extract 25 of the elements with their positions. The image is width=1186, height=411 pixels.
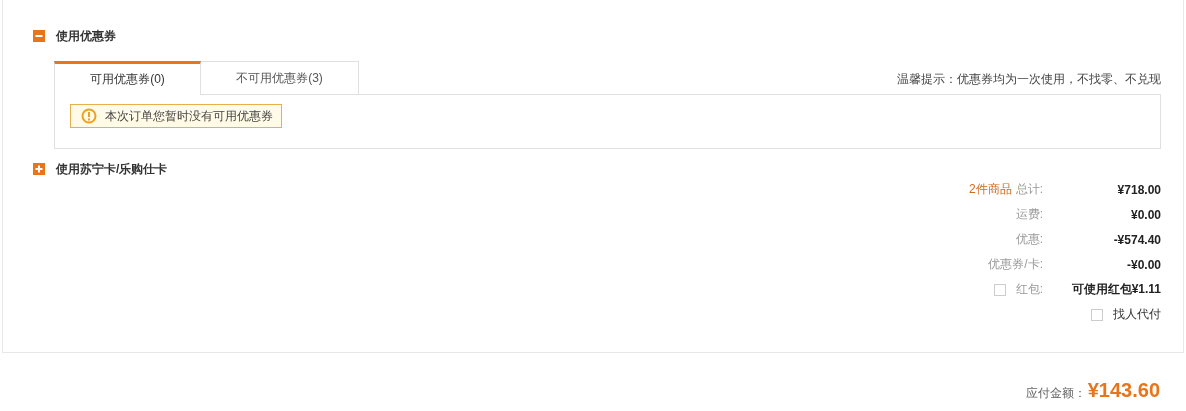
summary-value: -¥0.00 [1125, 257, 1161, 272]
checkbox[interactable] [993, 283, 1006, 296]
item-count: 2件商品 [968, 181, 1012, 198]
total-label: 应付金额： [1025, 385, 1086, 402]
warning-icon [81, 108, 97, 124]
summary-label: 总计: [1015, 181, 1043, 198]
total-amount: ¥143.60 [1087, 379, 1160, 402]
summary-value: ¥718.00 [1116, 182, 1161, 197]
summary-value: ¥0.00 [1129, 207, 1161, 222]
section-title: 使用优惠券 [56, 27, 116, 45]
expand-icon[interactable] [33, 163, 45, 175]
checkbox-label: 找人代付 [1113, 306, 1161, 323]
summary-label: 运费: [1015, 206, 1043, 223]
collapse-icon[interactable] [33, 30, 45, 42]
summary-label: 优惠券/卡: [988, 256, 1043, 273]
notice-text: 本次订单您暂时没有可用优惠券 [105, 107, 273, 125]
section-title: 使用苏宁卡/乐购仕卡 [56, 160, 168, 178]
summary-label: 红包: [1015, 281, 1043, 298]
checkbox[interactable] [1091, 308, 1103, 321]
summary-label: 优惠: [1015, 231, 1043, 248]
tip-text: 温馨提示：优惠券均为一次使用，不找零、不兑现 [897, 71, 1161, 88]
coupon-tab[interactable]: 可用优惠券(0) [54, 61, 201, 95]
summary-value: 可使用红包¥1.11 [1070, 281, 1161, 298]
summary-value: -¥574.40 [1112, 232, 1161, 247]
coupon-tab[interactable]: 不可用优惠券(3) [201, 61, 359, 94]
